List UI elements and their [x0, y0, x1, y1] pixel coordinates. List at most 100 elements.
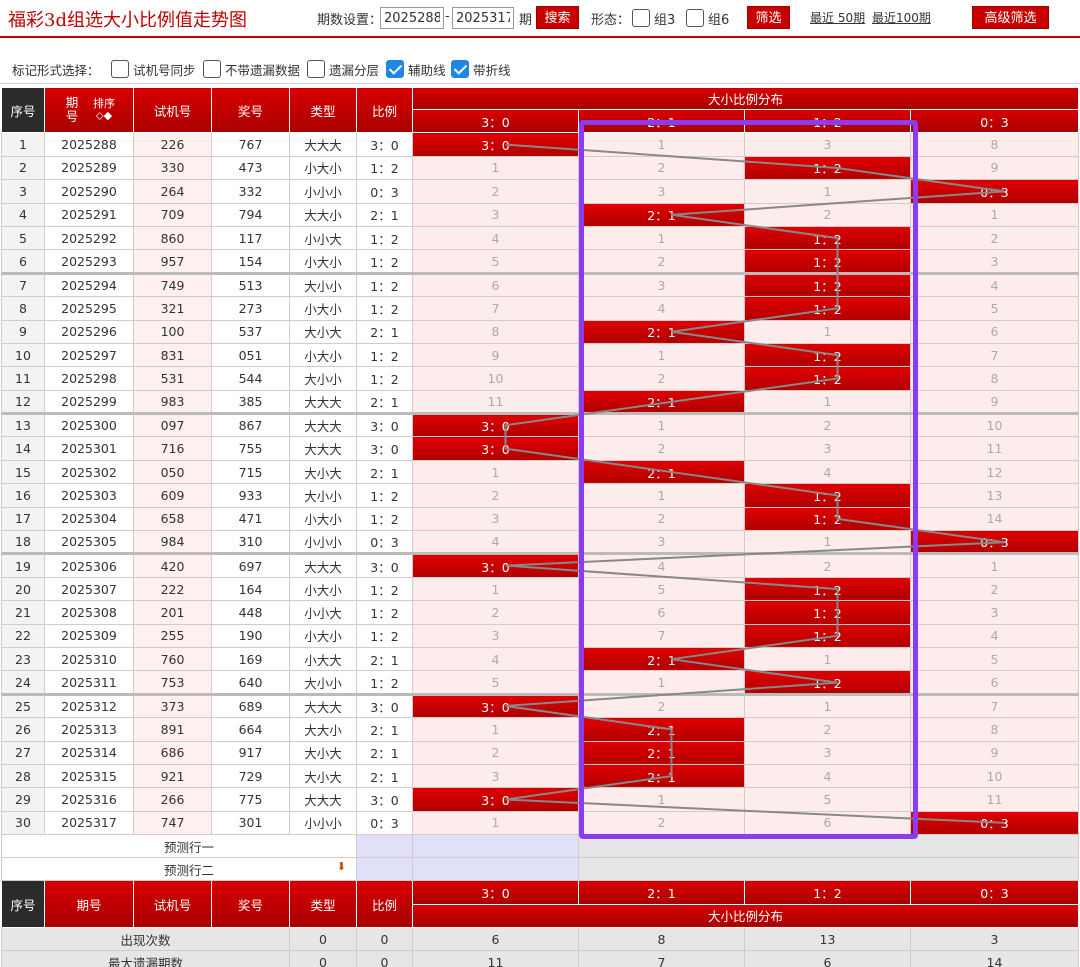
row-type: 大大大	[289, 787, 357, 812]
dist-hit-cell: 3：0	[412, 692, 579, 719]
dist-miss-cell: 4	[412, 225, 579, 251]
recent100-link[interactable]: 最近100期	[872, 9, 931, 26]
row-trial: 609	[133, 483, 212, 508]
row-period: 2025317	[44, 810, 134, 836]
row-type: 大小小	[289, 483, 357, 508]
predict-row-1[interactable]: 预测行一	[1, 834, 357, 859]
row-period: 2025297	[44, 342, 134, 368]
dist-miss-cell: 7	[412, 296, 579, 321]
group3-checkbox[interactable]	[632, 9, 650, 27]
search-button[interactable]: 搜索	[536, 6, 579, 29]
dist-hit-cell: 0：3	[909, 179, 1080, 204]
row-prize: 117	[211, 225, 290, 251]
dist-miss-cell: 8	[909, 717, 1080, 742]
row-ratio: 1：2	[356, 576, 413, 602]
predict-row-2[interactable]: 预测行二 ⬇	[1, 857, 357, 882]
dist-miss-cell: 7	[909, 692, 1080, 719]
dist-hit-cell: 1：2	[744, 576, 911, 602]
row-type: 大大大	[289, 552, 357, 578]
option-checkbox-trial-sync[interactable]	[111, 60, 129, 78]
recent50-link[interactable]: 最近 50期	[810, 9, 865, 26]
row-trial: 531	[133, 366, 212, 391]
row-period: 2025310	[44, 646, 134, 672]
predict-row-2-cell	[412, 857, 579, 882]
row-trial: 891	[133, 717, 212, 742]
dist-hit-cell: 2：1	[578, 202, 745, 227]
col-header-period[interactable]: 期号 排序 ⬦◆	[44, 86, 134, 134]
dist-miss-cell: 1	[744, 179, 911, 204]
row-prize: 301	[211, 810, 290, 836]
row-ratio: 2：1	[356, 319, 413, 344]
row-ratio: 2：1	[356, 389, 413, 415]
row-seq: 27	[1, 740, 45, 765]
dist-hit-cell: 3：0	[412, 552, 579, 578]
row-seq: 10	[1, 342, 45, 368]
row-ratio: 1：2	[356, 271, 413, 298]
row-type: 小小大	[289, 225, 357, 251]
row-ratio: 2：1	[356, 202, 413, 227]
table-row: 14 2025301 716 755 大大大 3：0 3：0 2 3 11	[1, 436, 1080, 461]
foot-header-period: 期号	[44, 880, 134, 928]
period-from-input[interactable]	[380, 7, 444, 29]
table-row: 12 2025299 983 385 大大大 2：1 11 2：1 1 9	[1, 389, 1080, 415]
row-prize: 917	[211, 740, 290, 765]
dist-hit-cell: 2：1	[578, 319, 745, 344]
row-ratio: 1：2	[356, 249, 413, 274]
dist-miss-cell: 2	[578, 810, 745, 836]
table-row: 1 2025288 226 767 大大大 3：0 3：0 1 3 8	[1, 132, 1080, 157]
row-type: 大小小	[289, 271, 357, 298]
group6-checkbox[interactable]	[686, 9, 704, 27]
row-type: 小大小	[289, 506, 357, 532]
dist-miss-cell: 4	[578, 552, 745, 578]
dist-miss-cell: 2	[578, 506, 745, 532]
row-seq: 25	[1, 692, 45, 719]
row-prize: 794	[211, 202, 290, 227]
dist-miss-cell: 9	[909, 740, 1080, 765]
dist-miss-cell: 1	[909, 202, 1080, 227]
row-seq: 17	[1, 506, 45, 532]
dist-miss-cell: 1	[744, 530, 911, 555]
period-to-input[interactable]	[452, 7, 514, 29]
row-prize: 385	[211, 389, 290, 415]
col-header-ratio: 比例	[356, 86, 413, 134]
dist-miss-cell: 13	[909, 483, 1080, 508]
dist-miss-cell: 3	[412, 202, 579, 227]
dist-miss-cell: 4	[412, 646, 579, 672]
advanced-filter-button[interactable]: 高级筛选	[972, 6, 1049, 29]
option-checkbox-miss-layer[interactable]	[307, 60, 325, 78]
row-prize: 640	[211, 670, 290, 695]
row-period: 2025298	[44, 366, 134, 391]
dist-miss-cell: 6	[909, 670, 1080, 695]
options-bar: 标记形式选择： 试机号同步 不带遗漏数据 遗漏分层 辅助线 带折线	[0, 52, 1080, 84]
table-row: 26 2025313 891 664 大大小 2：1 1 2：1 2 8	[1, 717, 1080, 742]
table-row: 17 2025304 658 471 小大小 1：2 3 2 1：2 14	[1, 506, 1080, 532]
dist-miss-cell: 1	[412, 459, 579, 485]
dist-miss-cell: 8	[909, 366, 1080, 391]
row-seq: 3	[1, 179, 45, 204]
row-ratio: 1：2	[356, 366, 413, 391]
table-row: 3 2025290 264 332 小小小 0：3 2 3 1 0：3	[1, 179, 1080, 204]
dist-miss-cell: 2	[578, 366, 745, 391]
sort-toggle[interactable]: 排序 ⬦◆	[93, 98, 115, 122]
dist-miss-cell: 3	[744, 132, 911, 157]
sort-arrows-icon: ⬦◆	[95, 109, 113, 123]
row-prize: 767	[211, 132, 290, 157]
dist-miss-cell: 12	[909, 459, 1080, 485]
filter-button[interactable]: 筛选	[747, 6, 790, 29]
table-row: 8 2025295 321 273 小大小 1：2 7 4 1：2 5	[1, 296, 1080, 321]
dist-miss-cell: 6	[578, 600, 745, 625]
predict-row-1-cell	[412, 834, 579, 859]
option-checkbox-polyline[interactable]	[451, 60, 469, 78]
table-row: 20 2025307 222 164 小大小 1：2 1 5 1：2 2	[1, 576, 1080, 602]
dist-miss-cell: 6	[744, 810, 911, 836]
row-trial: 222	[133, 576, 212, 602]
option-label-aux-line: 辅助线	[408, 63, 446, 78]
stats-ratio: 0	[356, 926, 413, 952]
option-checkbox-no-miss[interactable]	[203, 60, 221, 78]
row-seq: 26	[1, 717, 45, 742]
dist-hit-cell: 1：2	[744, 249, 911, 274]
dist-miss-cell: 1	[578, 412, 745, 438]
option-checkbox-aux-line[interactable]	[386, 60, 404, 78]
row-type: 大大大	[289, 389, 357, 415]
row-ratio: 1：2	[356, 155, 413, 181]
